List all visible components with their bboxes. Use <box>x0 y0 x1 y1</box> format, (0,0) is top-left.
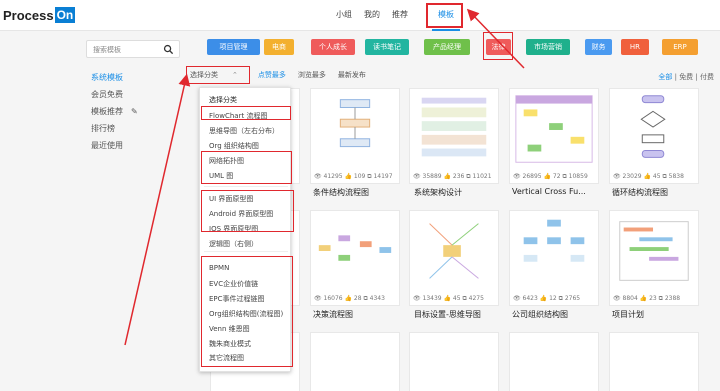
annotation-arrows <box>124 8 525 346</box>
